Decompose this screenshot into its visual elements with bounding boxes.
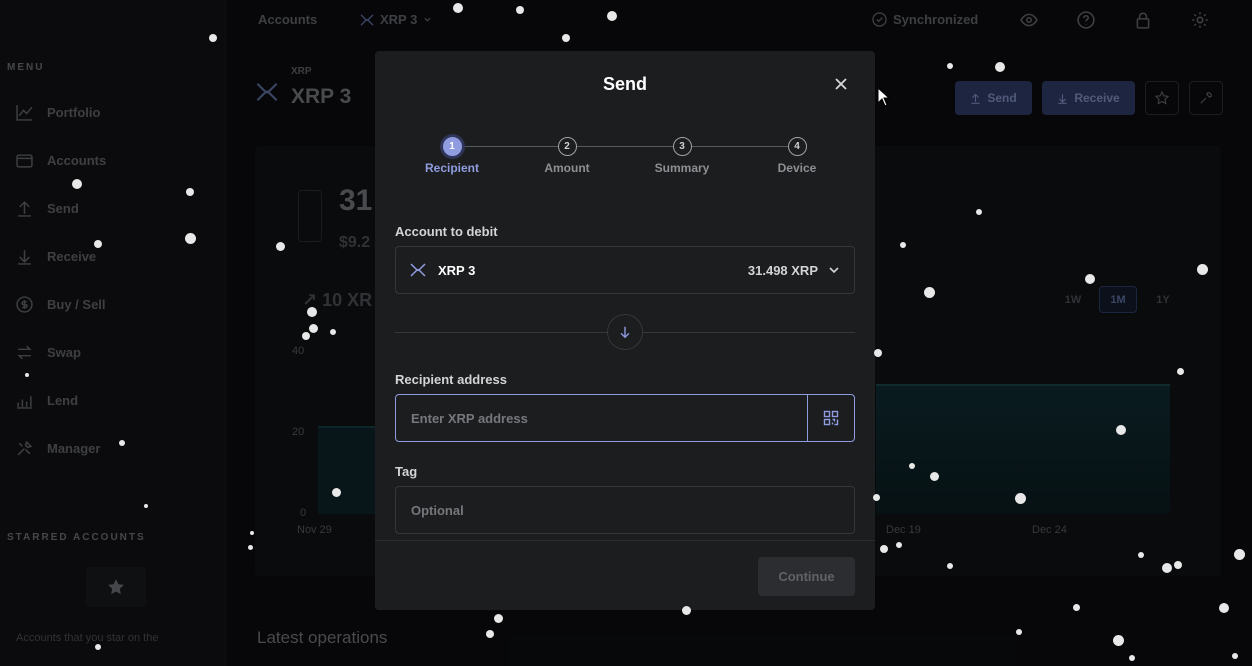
snowflake bbox=[1174, 561, 1182, 569]
modal-footer: Continue bbox=[375, 540, 875, 610]
snowflake bbox=[880, 545, 888, 553]
snowflake bbox=[493, 613, 503, 623]
recipient-address-label: Recipient address bbox=[395, 372, 507, 387]
step-label: Amount bbox=[544, 161, 590, 175]
snowflake bbox=[302, 332, 310, 340]
snowflake bbox=[95, 644, 101, 650]
snowflake bbox=[453, 3, 463, 13]
snowflake bbox=[119, 440, 125, 446]
snowflake bbox=[275, 241, 285, 251]
snowflake bbox=[900, 242, 906, 248]
snowflake bbox=[896, 542, 902, 548]
step-amount: 2 Amount bbox=[527, 137, 607, 175]
snowflake bbox=[562, 34, 570, 42]
snowflake bbox=[250, 531, 254, 535]
snowflake bbox=[307, 307, 317, 317]
xrp-logo-icon bbox=[410, 263, 426, 277]
snowflake bbox=[308, 323, 318, 333]
snowflake bbox=[184, 232, 196, 244]
snowflake bbox=[1233, 548, 1245, 560]
arrow-down-icon bbox=[620, 326, 630, 339]
snowflake bbox=[929, 471, 939, 481]
step-summary: 3 Summary bbox=[642, 137, 722, 175]
arrow-down-badge bbox=[607, 314, 643, 350]
snowflake bbox=[1176, 367, 1184, 375]
snowflake bbox=[1196, 263, 1208, 275]
snowflake bbox=[874, 349, 882, 357]
account-select-balance: 31.498 XRP bbox=[747, 262, 818, 278]
snowflake bbox=[1085, 274, 1095, 284]
continue-button[interactable]: Continue bbox=[758, 557, 855, 596]
chevron-down-icon bbox=[829, 267, 839, 274]
account-to-debit-label: Account to debit bbox=[395, 224, 498, 239]
tag-input[interactable] bbox=[395, 486, 855, 534]
recipient-address-input[interactable] bbox=[396, 395, 807, 441]
snowflake bbox=[909, 463, 915, 469]
snowflake bbox=[1116, 425, 1126, 435]
snowflake bbox=[1112, 634, 1124, 646]
step-device: 4 Device bbox=[757, 137, 837, 175]
account-select-name: XRP 3 bbox=[438, 262, 476, 278]
snowflake bbox=[947, 63, 953, 69]
snowflake bbox=[1219, 603, 1229, 613]
snowflake bbox=[681, 605, 691, 615]
snowflake bbox=[976, 209, 982, 215]
snowflake bbox=[486, 630, 494, 638]
qr-code-icon bbox=[823, 410, 839, 426]
snowflake bbox=[1138, 552, 1144, 558]
snowflake bbox=[607, 11, 617, 21]
snowflake bbox=[330, 329, 336, 335]
snowflake bbox=[995, 62, 1005, 72]
stepper-line bbox=[452, 146, 797, 147]
snowflake bbox=[923, 286, 935, 298]
step-label: Summary bbox=[654, 161, 710, 175]
account-select[interactable]: XRP 3 31.498 XRP bbox=[395, 246, 855, 294]
app-window: MENU Portfolio Accounts Send Receive Buy… bbox=[0, 0, 1252, 666]
snowflake bbox=[1016, 629, 1022, 635]
snowflake bbox=[1072, 603, 1080, 611]
step-recipient: 1 Recipient bbox=[412, 137, 492, 175]
snowflake bbox=[94, 240, 102, 248]
snowflake bbox=[209, 34, 217, 42]
step-number: 4 bbox=[787, 137, 807, 156]
step-number: 2 bbox=[557, 137, 577, 156]
snowflake bbox=[516, 6, 524, 14]
modal-title: Send bbox=[602, 74, 647, 94]
snowflake bbox=[144, 504, 148, 508]
tag-label: Tag bbox=[395, 464, 418, 479]
step-label: Device bbox=[777, 161, 817, 175]
close-icon[interactable] bbox=[833, 76, 849, 92]
snowflake bbox=[72, 179, 82, 189]
snowflake bbox=[25, 373, 29, 377]
recipient-address-field bbox=[395, 394, 855, 442]
send-modal: Send 1 Recipient 2 Amount 3 Summary 4 De… bbox=[375, 51, 875, 610]
snowflake bbox=[1232, 653, 1238, 659]
snowflake bbox=[186, 188, 194, 196]
snowflake bbox=[1014, 492, 1026, 504]
snowflake bbox=[947, 563, 953, 569]
step-number: 1 bbox=[442, 137, 462, 156]
step-number: 3 bbox=[672, 137, 692, 156]
snowflake bbox=[247, 544, 253, 550]
snowflake bbox=[1129, 655, 1135, 661]
qr-scan-button[interactable] bbox=[807, 395, 854, 441]
snowflake bbox=[1162, 563, 1172, 573]
snowflake bbox=[872, 493, 880, 501]
mouse-cursor-icon bbox=[877, 87, 891, 107]
snowflake bbox=[331, 487, 341, 497]
step-label: Recipient bbox=[424, 161, 479, 175]
